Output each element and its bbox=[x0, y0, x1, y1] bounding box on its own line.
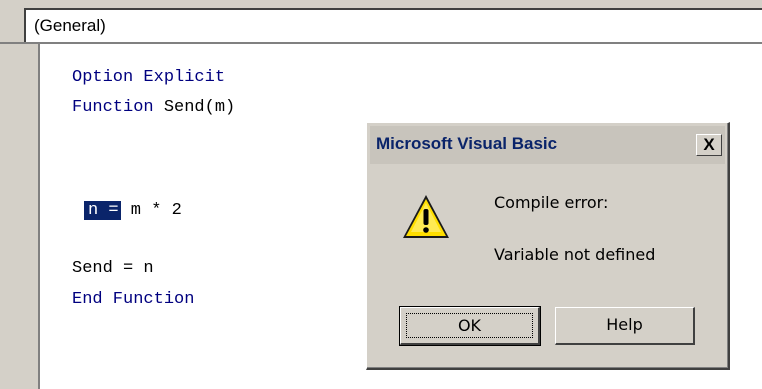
keyword-function: Function bbox=[72, 98, 154, 117]
procedure-combobox-value: (General) bbox=[34, 16, 106, 35]
ok-button[interactable]: OK bbox=[399, 306, 541, 346]
close-button[interactable]: X bbox=[696, 134, 722, 156]
error-heading: Compile error: bbox=[494, 193, 609, 212]
compile-error-dialog: Microsoft Visual Basic X Compile error: … bbox=[366, 122, 730, 370]
help-button[interactable]: Help bbox=[555, 307, 695, 345]
editor-margin[interactable] bbox=[0, 44, 40, 389]
code-line-3[interactable]: n = m * 2 bbox=[84, 201, 182, 220]
selected-text: n = bbox=[84, 201, 121, 220]
error-message: Variable not defined bbox=[494, 245, 656, 264]
ok-button-label: OK bbox=[406, 313, 533, 338]
code-line-4[interactable]: Send = n bbox=[72, 259, 154, 278]
dialog-titlebar[interactable]: Microsoft Visual Basic X bbox=[370, 126, 725, 164]
help-button-label: Help bbox=[606, 315, 643, 334]
close-icon: X bbox=[703, 135, 715, 154]
code-line-3-rest: m * 2 bbox=[120, 201, 182, 220]
procedure-bar: (General) bbox=[0, 0, 762, 44]
procedure-combobox[interactable]: (General) bbox=[24, 8, 762, 42]
warning-icon bbox=[403, 195, 449, 238]
dialog-title: Microsoft Visual Basic bbox=[376, 134, 558, 153]
code-line-5[interactable]: End Function bbox=[72, 290, 194, 309]
code-line-2[interactable]: Function Send(m) bbox=[72, 98, 235, 117]
function-signature: Send(m) bbox=[153, 98, 236, 117]
code-line-1[interactable]: Option Explicit bbox=[72, 68, 225, 87]
